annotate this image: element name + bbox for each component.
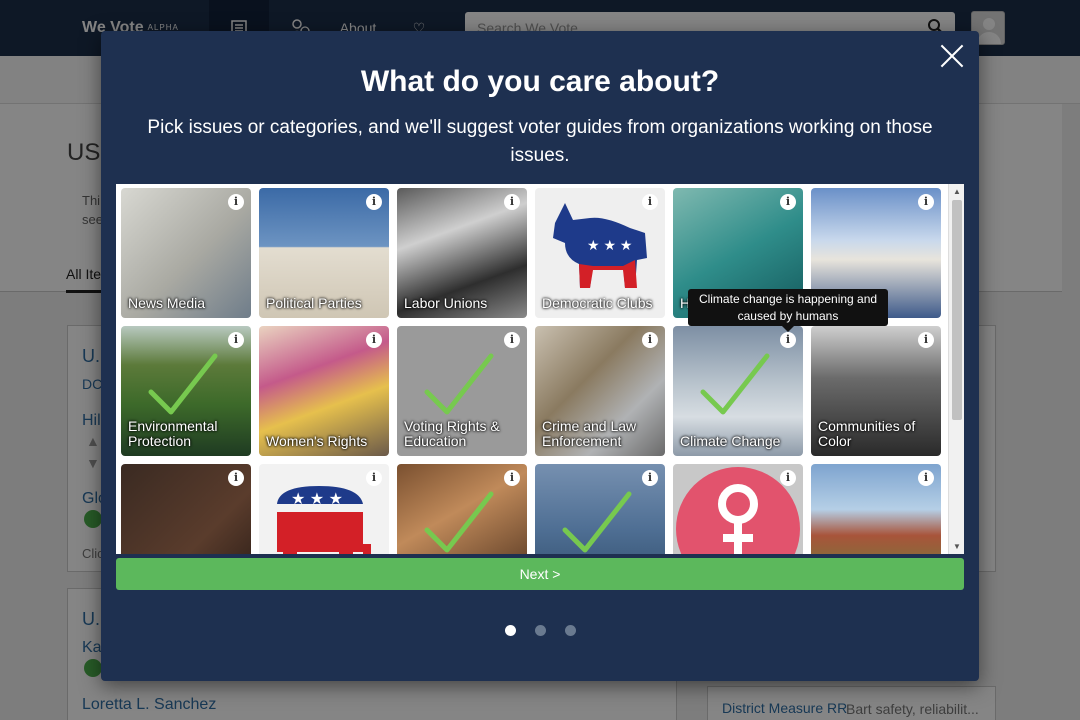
info-icon[interactable]: i (228, 470, 244, 486)
issues-scrollbar[interactable]: ▲ ▼ (948, 184, 964, 554)
modal-subtitle: Pick issues or categories, and we'll sug… (147, 117, 933, 166)
issue-tile[interactable]: ★ ★ ★ i Democratic Clubs (535, 188, 665, 318)
issue-label: Environmental Protection (128, 418, 218, 449)
info-icon[interactable]: i (504, 470, 520, 486)
issue-tile[interactable]: i (535, 464, 665, 554)
issue-tile[interactable]: i Voting Rights & Education (397, 326, 527, 456)
svg-text:★ ★ ★: ★ ★ ★ (291, 491, 343, 508)
issue-label: Political Parties (266, 295, 362, 311)
issue-tile[interactable]: i (811, 464, 941, 554)
info-icon[interactable]: i (918, 470, 934, 486)
checkmark-icon (700, 353, 770, 415)
scroll-down-icon[interactable]: ▼ (949, 542, 964, 551)
pagination-dot[interactable] (505, 625, 516, 636)
issue-tile[interactable]: i (397, 464, 527, 554)
info-icon[interactable]: i (780, 194, 796, 210)
issue-tile[interactable]: i Climate Change (673, 326, 803, 456)
issue-tile[interactable]: i Political Parties (259, 188, 389, 318)
issue-label: News Media (128, 295, 206, 311)
info-icon[interactable]: i (366, 194, 382, 210)
checkmark-icon (424, 353, 494, 415)
issues-modal: What do you care about? Pick issues or c… (101, 31, 979, 681)
issue-tile[interactable]: ★ ★ ★ i (259, 464, 389, 554)
issue-tile[interactable]: i Women's Rights (259, 326, 389, 456)
issue-tooltip: Climate change is happening and caused b… (688, 289, 888, 332)
info-icon[interactable]: i (366, 332, 382, 348)
info-icon[interactable]: i (642, 470, 658, 486)
info-icon[interactable]: i (918, 194, 934, 210)
info-icon[interactable]: i (918, 332, 934, 348)
issue-label: Climate Change (680, 433, 781, 449)
issue-tile[interactable]: i Communities of Color (811, 326, 941, 456)
issue-label: Democratic Clubs (542, 295, 653, 311)
pagination-dot[interactable] (535, 625, 546, 636)
info-icon[interactable]: i (366, 470, 382, 486)
issues-grid: i News Media i Political Parties i Labor Unio… (116, 184, 964, 554)
info-icon[interactable]: i (780, 470, 796, 486)
next-button[interactable]: Next > (116, 558, 964, 590)
issue-tile[interactable]: i (673, 464, 803, 554)
pagination-dot[interactable] (565, 625, 576, 636)
scroll-up-icon[interactable]: ▲ (949, 187, 964, 196)
issue-label: Communities of Color (818, 418, 916, 449)
issue-label: Women's Rights (266, 433, 368, 449)
issue-tile[interactable]: i Labor Unions (397, 188, 527, 318)
info-icon[interactable]: i (642, 332, 658, 348)
info-icon[interactable]: i (780, 332, 796, 348)
checkmark-icon (424, 491, 494, 553)
checkmark-icon (562, 491, 632, 553)
checkmark-icon (148, 353, 218, 415)
info-icon[interactable]: i (504, 194, 520, 210)
modal-title: What do you care about? (360, 65, 720, 98)
info-icon[interactable]: i (504, 332, 520, 348)
info-icon[interactable]: i (642, 194, 658, 210)
issue-tile[interactable]: i News Media (121, 188, 251, 318)
scrollbar-thumb[interactable] (952, 200, 962, 420)
issue-label: Voting Rights & Education (404, 418, 500, 449)
svg-text:★ ★ ★: ★ ★ ★ (587, 237, 632, 253)
info-icon[interactable]: i (228, 194, 244, 210)
issue-tile[interactable]: i Environmental Protection (121, 326, 251, 456)
info-icon[interactable]: i (228, 332, 244, 348)
issue-label: Labor Unions (404, 295, 488, 311)
issue-tile[interactable]: i (121, 464, 251, 554)
issue-label: Crime and Law Enforcement (542, 418, 637, 449)
issue-tile[interactable]: i Crime and Law Enforcement (535, 326, 665, 456)
